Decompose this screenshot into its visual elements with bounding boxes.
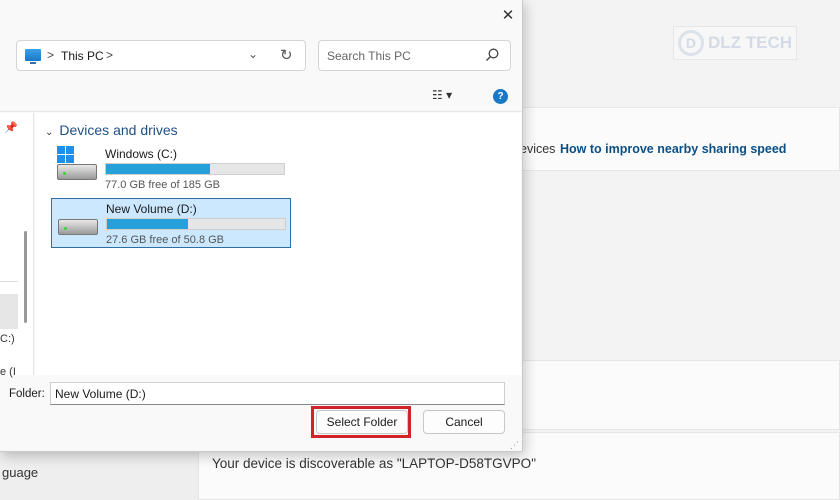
devices-and-drives-header[interactable]: ⌄ Devices and drives (45, 122, 178, 138)
navigation-item-c-drive[interactable]: C:) (0, 333, 15, 345)
folder-label: Folder: (9, 388, 45, 400)
select-folder-highlight-box (311, 406, 411, 438)
navigation-item-volume[interactable]: e (I (0, 366, 16, 378)
drive-free-space: 27.6 GB free of 50.8 GB (106, 234, 225, 246)
drive-windows-c[interactable]: Windows (C:) 77.0 GB free of 185 GB (51, 144, 291, 194)
drive-name: New Volume (D:) (106, 202, 197, 216)
search-box[interactable]: Search This PC (318, 40, 511, 71)
breadcrumb-separator[interactable]: > (47, 48, 54, 62)
drive-usage-fill (106, 164, 210, 174)
drive-usage-bar (105, 163, 285, 175)
drive-free-space: 77.0 GB free of 185 GB (105, 179, 220, 191)
change-view-icon[interactable]: ☷ ▾ (432, 88, 452, 102)
drive-name: Windows (C:) (105, 147, 178, 161)
discoverable-text: Your device is discoverable as "LAPTOP-D… (212, 456, 536, 471)
this-pc-icon (25, 49, 41, 64)
hard-drive-icon (58, 219, 98, 235)
logo-mark: D (677, 30, 704, 56)
logo-text: DLZ TECH (707, 33, 793, 52)
address-bar[interactable]: > This PC > ⌄ ↻ (16, 40, 306, 71)
command-bar: ☷ ▾ (0, 80, 521, 112)
help-icon[interactable]: ? (493, 89, 508, 104)
close-button[interactable]: ✕ (496, 3, 520, 27)
folder-input[interactable] (50, 382, 505, 405)
search-icon[interactable] (484, 47, 500, 63)
windows-logo-icon (57, 146, 74, 163)
drive-usage-bar (106, 218, 286, 230)
improve-sharing-speed-link[interactable]: How to improve nearby sharing speed (560, 142, 786, 156)
address-dropdown-icon[interactable]: ⌄ (248, 47, 258, 61)
breadcrumb-separator-2[interactable]: > (106, 48, 113, 62)
drive-usage-fill (107, 219, 189, 229)
group-title: Devices and drives (59, 122, 178, 138)
sidebar-item-language[interactable]: guage (2, 465, 38, 480)
link-prefix-text: evices (520, 142, 556, 156)
resize-grip-icon[interactable]: ⋰ (510, 440, 519, 451)
hard-drive-icon (57, 164, 97, 180)
select-folder-dialog: ✕ > This PC > ⌄ ↻ Search This PC ☷ ▾ ? 📌… (0, 0, 523, 452)
drive-new-volume-d[interactable]: New Volume (D:) 27.6 GB free of 50.8 GB (51, 198, 291, 248)
navigation-pane: 📌 C:) e (I (0, 113, 34, 378)
watermark-logo: D DLZ TECH (673, 26, 797, 60)
cancel-button[interactable]: Cancel (423, 410, 505, 434)
collapse-chevron-icon[interactable]: ⌄ (45, 127, 53, 138)
refresh-icon[interactable]: ↻ (280, 46, 293, 64)
content-pane: ⌄ Devices and drives Windows (C:) 77.0 GB… (35, 113, 521, 375)
navigation-scrollbar[interactable] (24, 231, 27, 323)
breadcrumb-this-pc[interactable]: This PC (61, 49, 104, 63)
navigation-selected-item[interactable] (0, 294, 18, 329)
search-placeholder: Search This PC (327, 49, 411, 63)
navigation-divider (0, 281, 18, 282)
pin-icon[interactable]: 📌 (4, 121, 18, 134)
